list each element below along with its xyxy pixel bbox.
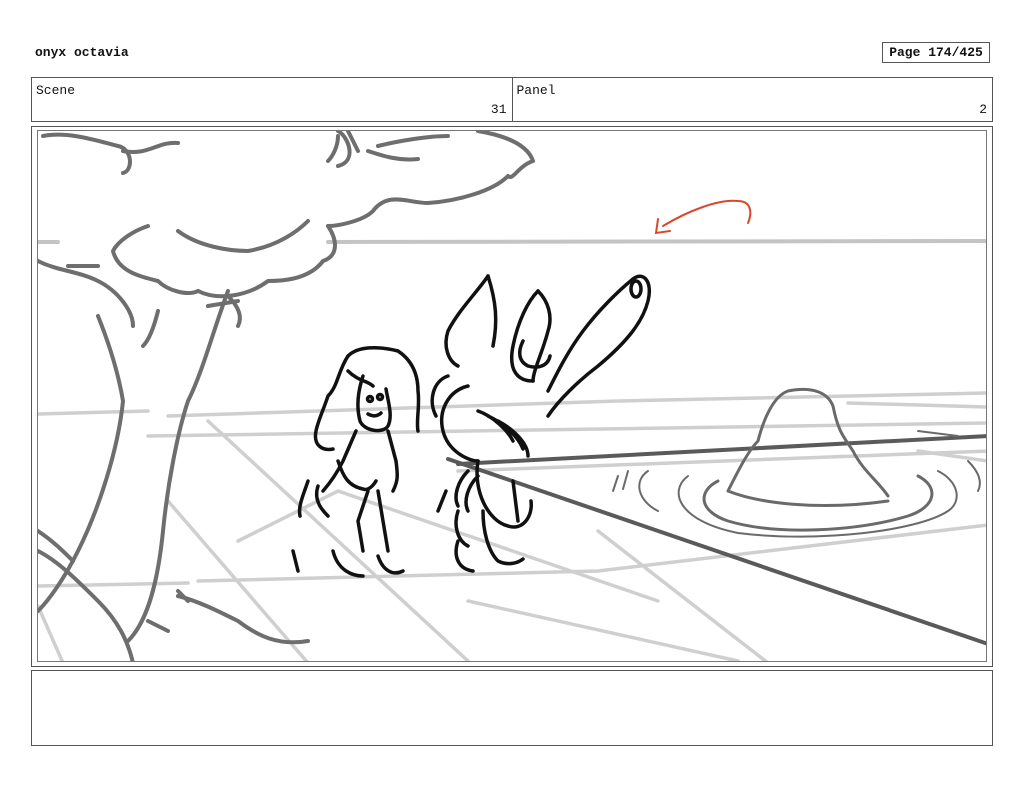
page-number: Page 174/425 bbox=[882, 42, 990, 63]
scene-panel-info: Scene 31 Panel 2 bbox=[31, 77, 993, 122]
motion-arrow bbox=[654, 199, 752, 235]
panel-number: 2 bbox=[979, 102, 987, 117]
scene-number: 31 bbox=[490, 102, 507, 117]
tree-sketch bbox=[38, 131, 535, 661]
scene-label: Scene bbox=[36, 83, 76, 98]
panel-label: Panel bbox=[516, 83, 556, 98]
creature-character bbox=[430, 274, 651, 573]
girl-character bbox=[291, 345, 421, 578]
horizon-lines bbox=[38, 239, 986, 244]
panel-cell: Panel 2 bbox=[511, 78, 993, 121]
storyboard-author: onyx octavia bbox=[35, 45, 129, 60]
panel-notes bbox=[31, 670, 993, 746]
scene-cell: Scene 31 bbox=[32, 78, 512, 121]
storyboard-sketch bbox=[38, 131, 986, 661]
panel-drawing bbox=[37, 130, 987, 662]
